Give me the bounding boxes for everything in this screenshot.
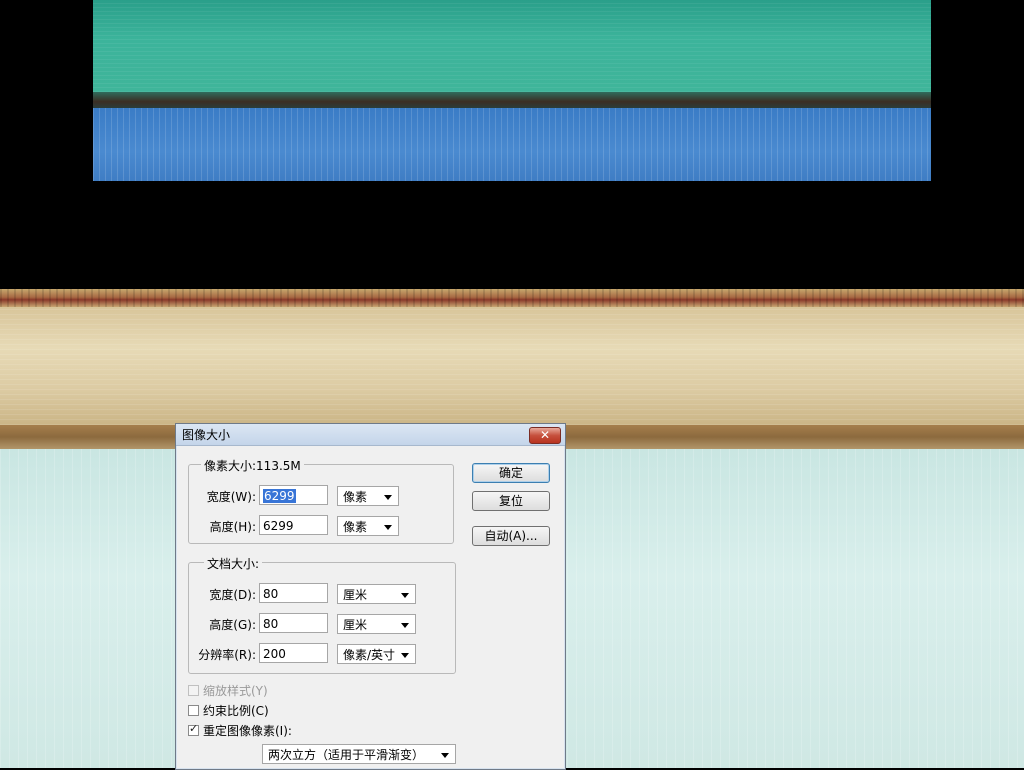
pixel-height-input[interactable]: 6299 — [259, 515, 328, 535]
checkbox-box — [188, 705, 199, 716]
pixel-width-label: 宽度(W): — [206, 490, 256, 504]
pixel-height-value: 6299 — [263, 519, 294, 533]
chevron-down-icon — [401, 593, 409, 598]
resample-label: 重定图像像素(I): — [203, 724, 292, 738]
doc-width-input[interactable]: 80 — [259, 583, 328, 603]
scale-styles-checkbox[interactable]: 缩放样式(Y) — [188, 682, 268, 699]
red-stripe-plank — [0, 289, 1024, 307]
chevron-down-icon — [384, 495, 392, 500]
dark-plank-edge — [93, 92, 931, 108]
pixel-height-label: 高度(H): — [209, 520, 256, 534]
doc-height-input[interactable]: 80 — [259, 613, 328, 633]
dialog-title: 图像大小 — [182, 428, 231, 442]
pixel-dimensions-legend: 像素大小:113.5M — [201, 457, 304, 474]
auto-button[interactable]: 自动(A)... — [472, 526, 550, 546]
ok-button[interactable]: 确定 — [472, 463, 550, 483]
resolution-unit-select[interactable]: 像素/英寸 — [337, 644, 416, 664]
doc-height-unit-select[interactable]: 厘米 — [337, 614, 416, 634]
chevron-down-icon — [401, 623, 409, 628]
reset-button[interactable]: 复位 — [472, 491, 550, 511]
doc-height-unit: 厘米 — [343, 618, 368, 632]
pixel-height-unit-select[interactable]: 像素 — [337, 516, 399, 536]
resample-checkbox[interactable]: 重定图像像素(I): — [188, 722, 292, 739]
teal-wood-plank — [93, 0, 931, 100]
doc-height-label: 高度(G): — [209, 618, 256, 632]
resolution-value: 200 — [263, 647, 286, 661]
resolution-unit: 像素/英寸 — [343, 648, 396, 662]
close-button[interactable]: ✕ — [529, 427, 561, 444]
resolution-label: 分辨率(R): — [198, 648, 256, 662]
pixel-width-unit: 像素 — [343, 490, 368, 504]
doc-width-unit: 厘米 — [343, 588, 368, 602]
doc-width-value: 80 — [263, 587, 279, 601]
pixel-width-value: 6299 — [263, 489, 296, 503]
constrain-proportions-label: 约束比例(C) — [203, 704, 269, 718]
resample-method-value: 两次立方（适用于平滑渐变） — [268, 748, 425, 762]
chevron-down-icon — [441, 753, 449, 758]
image-size-dialog: 图像大小 ✕ 像素大小:113.5M 宽度(W): 6299 像素 高度(H):… — [175, 423, 566, 770]
doc-height-value: 80 — [263, 617, 279, 631]
pixel-width-input[interactable]: 6299 — [259, 485, 328, 505]
scale-styles-label: 缩放样式(Y) — [203, 684, 268, 698]
doc-width-label: 宽度(D): — [209, 588, 256, 602]
checkmark-icon — [188, 722, 199, 736]
chevron-down-icon — [401, 653, 409, 658]
pixel-width-unit-select[interactable]: 像素 — [337, 486, 399, 506]
dialog-titlebar[interactable]: 图像大小 — [176, 424, 565, 446]
resolution-input[interactable]: 200 — [259, 643, 328, 663]
pixel-height-unit: 像素 — [343, 520, 368, 534]
document-size-legend: 文档大小: — [204, 555, 263, 572]
chevron-down-icon — [384, 525, 392, 530]
close-icon: ✕ — [539, 428, 551, 442]
constrain-proportions-checkbox[interactable]: 约束比例(C) — [188, 702, 269, 719]
checkbox-box — [188, 685, 199, 696]
blue-wood-plank — [93, 108, 931, 181]
doc-width-unit-select[interactable]: 厘米 — [337, 584, 416, 604]
tan-wood-plank — [0, 307, 1024, 425]
resample-method-select[interactable]: 两次立方（适用于平滑渐变） — [262, 744, 456, 764]
